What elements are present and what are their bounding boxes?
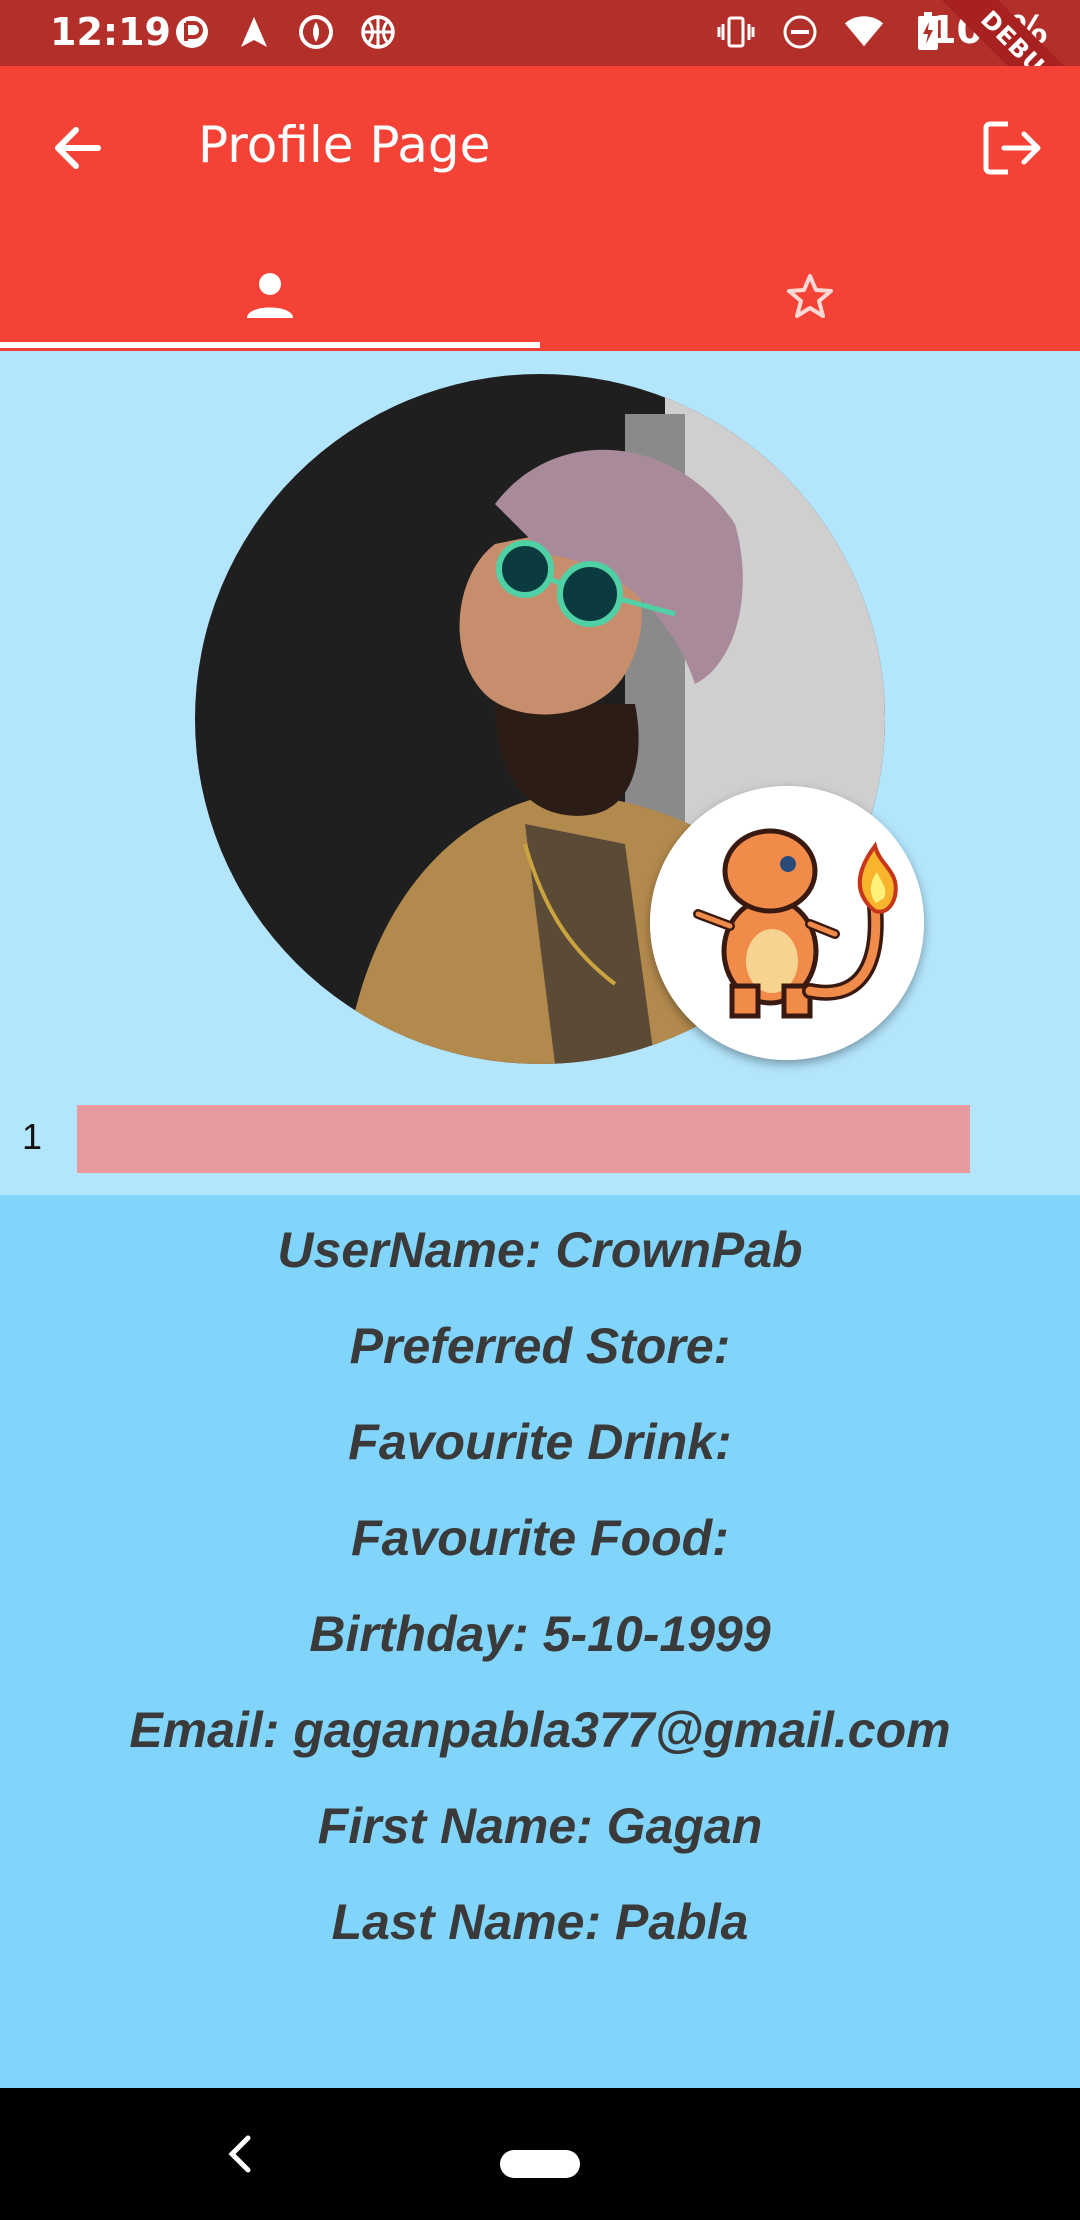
profile-header: 1 [0,351,1080,1195]
profile-info: UserName: CrownPab Preferred Store: Favo… [0,1195,1080,2088]
system-nav-bar [0,2088,1080,2220]
messenger-icon [172,12,212,52]
star-outline-icon [787,274,833,318]
pokemon-badge [650,786,924,1060]
tab-indicator [0,342,540,348]
nav-home-pill[interactable] [500,2150,580,2178]
tab-favourites[interactable] [540,246,1080,346]
level-progress-bar [77,1105,970,1173]
status-time: 12:19 [50,10,171,54]
status-bar: 12:19 100% DEBUG [0,0,1080,149]
charmander-sprite [650,786,924,1060]
notification-icons [172,12,398,52]
favourite-food-text: Favourite Food: [351,1510,729,1566]
wifi-icon [844,12,884,52]
app-bar: Profile Page [0,66,1080,351]
birthday-text: Birthday: 5-10-1999 [309,1606,771,1662]
username-text: UserName: CrownPab [277,1222,803,1278]
first-name-text: First Name: Gagan [317,1798,763,1854]
level-label: 1 [22,1116,43,1157]
do-not-disturb-icon [780,12,820,52]
logout-icon [983,121,1041,175]
favourite-drink-text: Favourite Drink: [348,1414,732,1470]
nav-back-button[interactable] [220,2130,260,2178]
email-text: Email: gaganpabla377@gmail.com [129,1702,951,1758]
arrow-back-icon [55,127,101,169]
person-icon [247,273,293,318]
preferred-store-text: Preferred Store: [349,1318,731,1374]
tab-profile[interactable] [0,246,540,346]
system-icons [716,12,948,52]
opera-icon [296,12,336,52]
logout-button[interactable] [980,116,1044,180]
page-title: Profile Page [198,116,491,174]
chevron-left-icon [228,2135,251,2173]
last-name-text: Last Name: Pabla [331,1894,749,1950]
back-button[interactable] [48,118,108,178]
vibrate-icon [716,12,756,52]
navigation-icon [234,12,274,52]
basketball-icon [358,12,398,52]
